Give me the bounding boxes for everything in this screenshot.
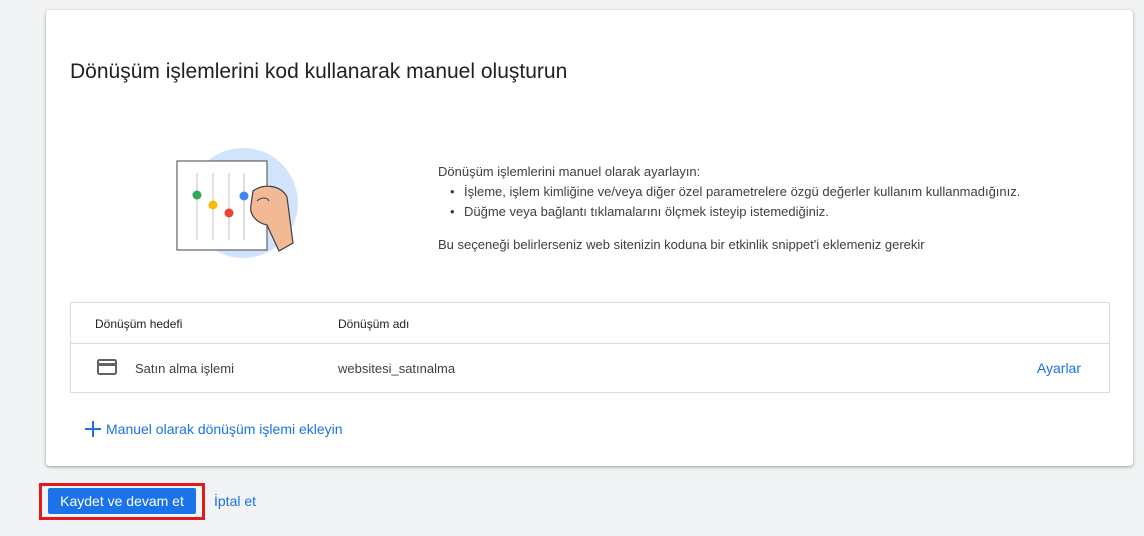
conversion-card: Dönüşüm işlemlerini kod kullanarak manue… bbox=[46, 10, 1133, 466]
table-row: Satın alma işlemi websitesi_satınalma Ay… bbox=[71, 344, 1109, 392]
description-list: İşleme, işlem kimliğine ve/veya diğer öz… bbox=[438, 182, 1118, 222]
description: Dönüşüm işlemlerini manuel olarak ayarla… bbox=[438, 162, 1118, 255]
add-manual-conversion-link[interactable]: Manuel olarak dönüşüm işlemi ekleyin bbox=[84, 420, 343, 438]
row-conversion-name: websitesi_satınalma bbox=[338, 361, 456, 376]
column-header-goal: Dönüşüm hedefi bbox=[95, 317, 183, 331]
add-link-label: Manuel olarak dönüşüm işlemi ekleyin bbox=[106, 421, 343, 437]
description-note: Bu seçeneği belirlerseniz web sitenizin … bbox=[438, 237, 925, 252]
save-and-continue-button[interactable]: Kaydet ve devam et bbox=[48, 488, 196, 514]
cancel-link[interactable]: İptal et bbox=[214, 493, 256, 509]
description-bullet: Düğme veya bağlantı tıklamalarını ölçmek… bbox=[452, 202, 1118, 222]
table-header: Dönüşüm hedefi Dönüşüm adı bbox=[71, 303, 1109, 344]
credit-card-icon bbox=[97, 359, 117, 375]
card-title: Dönüşüm işlemlerini kod kullanarak manue… bbox=[70, 60, 568, 83]
column-header-name: Dönüşüm adı bbox=[338, 317, 410, 331]
description-bullet: İşleme, işlem kimliğine ve/veya diğer öz… bbox=[452, 182, 1118, 202]
conversion-table: Dönüşüm hedefi Dönüşüm adı Satın alma iş… bbox=[70, 302, 1110, 393]
row-goal: Satın alma işlemi bbox=[135, 361, 234, 376]
description-intro: Dönüşüm işlemlerini manuel olarak ayarla… bbox=[438, 164, 701, 179]
settings-link[interactable]: Ayarlar bbox=[1037, 360, 1081, 376]
sliders-illustration bbox=[171, 145, 301, 261]
plus-icon bbox=[84, 420, 102, 438]
